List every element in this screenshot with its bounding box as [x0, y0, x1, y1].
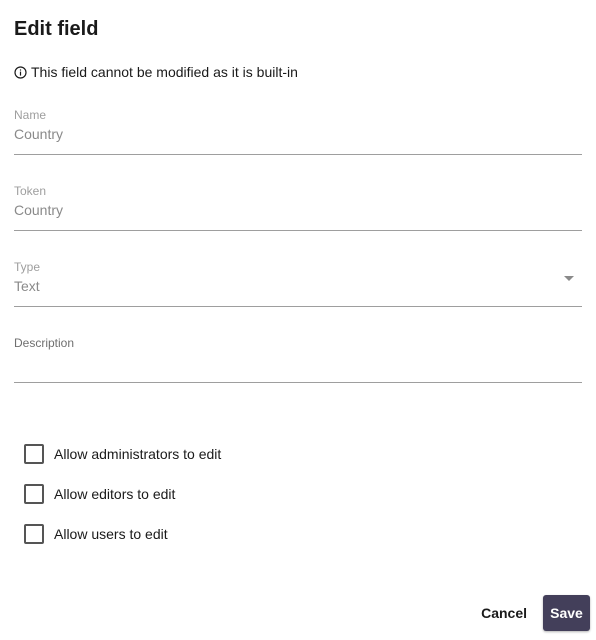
- type-value: Text: [14, 278, 40, 294]
- name-field: Name Country: [14, 108, 582, 155]
- description-label: Description: [14, 336, 75, 350]
- allow-editors-checkbox[interactable]: Allow editors to edit: [24, 484, 175, 504]
- allow-users-label: Allow users to edit: [54, 526, 168, 542]
- name-value: Country: [14, 126, 64, 142]
- notice-text: This field cannot be modified as it is b…: [31, 64, 298, 80]
- name-label: Name: [14, 108, 47, 122]
- type-label: Type: [14, 260, 41, 274]
- checkbox-box[interactable]: [24, 444, 44, 464]
- checkbox-box[interactable]: [24, 524, 44, 544]
- token-field: Token Country: [14, 184, 582, 231]
- chevron-down-icon: [564, 276, 574, 281]
- allow-users-checkbox[interactable]: Allow users to edit: [24, 524, 168, 544]
- dialog-actions: Cancel Save: [471, 595, 590, 631]
- edit-field-dialog: Edit field This field cannot be modified…: [0, 0, 596, 640]
- allow-administrators-checkbox[interactable]: Allow administrators to edit: [24, 444, 221, 464]
- type-select: Type Text: [14, 260, 582, 307]
- allow-administrators-label: Allow administrators to edit: [54, 446, 222, 462]
- token-label: Token: [14, 184, 47, 198]
- token-value: Country: [14, 202, 64, 218]
- cancel-button[interactable]: Cancel: [471, 597, 537, 629]
- info-circle-icon: [14, 65, 27, 79]
- save-button[interactable]: Save: [543, 595, 590, 631]
- checkbox-box[interactable]: [24, 484, 44, 504]
- allow-editors-label: Allow editors to edit: [54, 486, 176, 502]
- dialog-title: Edit field: [14, 18, 99, 40]
- builtin-notice: This field cannot be modified as it is b…: [14, 64, 298, 80]
- description-field[interactable]: Description: [14, 336, 582, 383]
